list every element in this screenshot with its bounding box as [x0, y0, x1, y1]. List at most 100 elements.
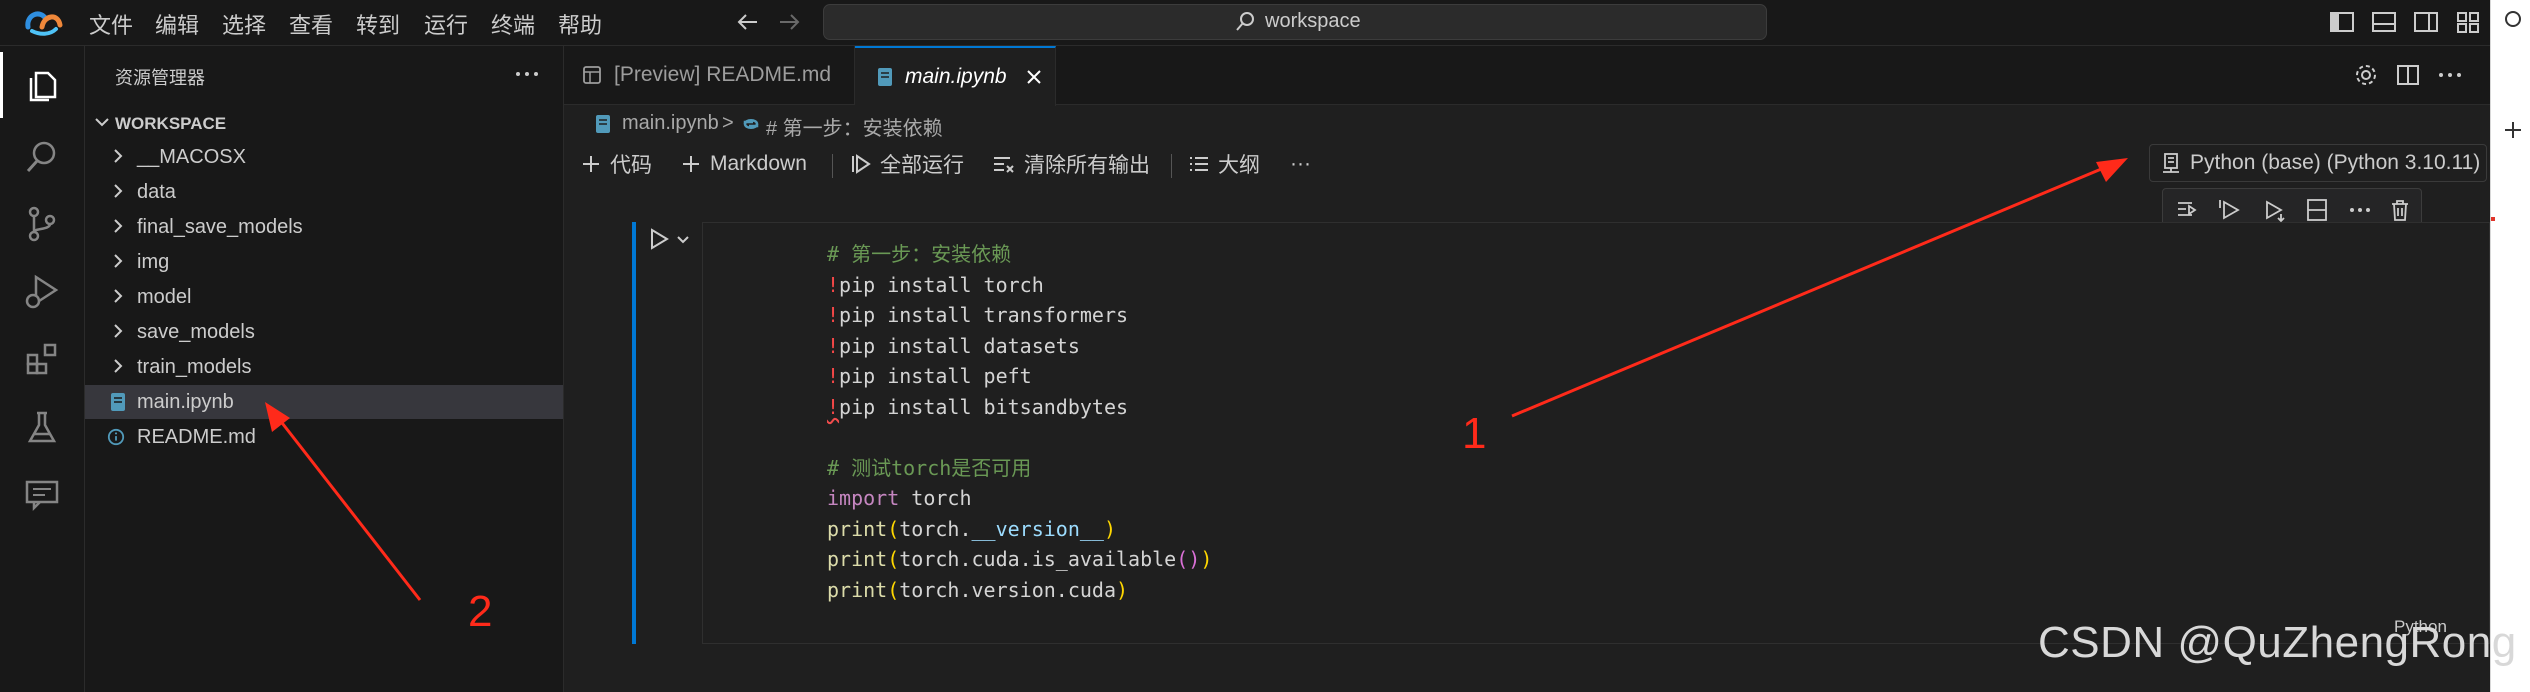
tree-folder-train-models[interactable]: train_models: [85, 350, 563, 384]
tree-file-main-ipynb[interactable]: main.ipynb: [85, 385, 563, 419]
plus-icon: [583, 156, 599, 172]
customize-layout-icon[interactable]: [2453, 7, 2483, 37]
preview-icon: [583, 66, 601, 84]
tab-readme-preview[interactable]: [Preview] README.md: [564, 46, 855, 104]
explorer-icon[interactable]: [0, 52, 87, 118]
code-cell[interactable]: # 第一步：安装依赖 !pip install torch !pip insta…: [632, 222, 2490, 644]
tree-folder-data[interactable]: data: [85, 175, 563, 209]
code-function: print: [827, 547, 888, 571]
menu-run[interactable]: 运行: [424, 8, 468, 40]
code-line: torch.: [899, 516, 972, 541]
code-bang: !: [827, 303, 840, 327]
editor-area: [Preview] README.md main.ipynb main.ipyn…: [564, 46, 2490, 692]
source-control-icon[interactable]: [0, 191, 84, 257]
more-actions-icon[interactable]: [512, 62, 542, 86]
gear-icon[interactable]: [2353, 62, 2379, 88]
tab-bar: [Preview] README.md main.ipynb: [564, 46, 2490, 106]
chevron-right-icon: [114, 219, 123, 233]
title-bar: 文件 编辑 选择 查看 转到 运行 终端 帮助 workspace: [0, 0, 2490, 46]
clear-outputs-button[interactable]: 清除所有输出: [992, 148, 1150, 180]
tree-folder-label: final_save_models: [137, 216, 303, 238]
app-logo-icon: [22, 5, 64, 39]
tree-folder-save-models[interactable]: save_models: [85, 315, 563, 349]
tab-main-ipynb[interactable]: main.ipynb: [855, 46, 1056, 106]
clear-all-icon: [994, 157, 1014, 173]
run-all-button[interactable]: 全部运行: [850, 148, 964, 180]
add-markdown-button[interactable]: Markdown: [680, 148, 807, 180]
tree-folder-label: __MACOSX: [137, 146, 246, 168]
search-icon[interactable]: [0, 124, 84, 190]
tree-folder-final-save-models[interactable]: final_save_models: [85, 210, 563, 244]
toolbar-more-button[interactable]: ···: [1290, 148, 1311, 180]
close-icon[interactable]: [1025, 68, 1043, 86]
remote-chat-icon[interactable]: [0, 461, 84, 527]
partial-search-icon: [2499, 8, 2523, 32]
run-debug-icon[interactable]: [0, 258, 84, 324]
kernel-icon: [2163, 153, 2179, 173]
execute-above-icon[interactable]: [2175, 197, 2201, 223]
code-attr: __version__: [971, 516, 1104, 541]
search-icon: [1233, 10, 1257, 34]
workspace-root[interactable]: WORKSPACE: [85, 106, 563, 140]
chevron-right-icon: [114, 184, 123, 198]
code-bang: !: [827, 364, 840, 388]
chevron-right-icon: [114, 149, 123, 163]
trash-icon[interactable]: [2387, 197, 2413, 223]
menu-view[interactable]: 查看: [289, 8, 333, 40]
menu-file[interactable]: 文件: [89, 8, 133, 40]
code-function: print: [827, 516, 888, 541]
testing-icon[interactable]: [0, 394, 84, 460]
add-code-button[interactable]: 代码: [580, 148, 652, 180]
tree-folder-img[interactable]: img: [85, 245, 563, 279]
code-line: pip install peft: [839, 364, 1032, 388]
code-paren: ): [1103, 516, 1117, 541]
breadcrumb-section[interactable]: # 第一步：安装依赖: [766, 112, 943, 141]
forward-arrow-icon[interactable]: [774, 7, 804, 37]
partial-plus-icon: [2501, 118, 2525, 142]
notebook-file-icon: [596, 115, 610, 133]
extensions-icon[interactable]: [0, 326, 84, 392]
run-cell-icon[interactable]: [646, 226, 672, 252]
add-code-label: 代码: [610, 154, 652, 177]
tree-file-readme[interactable]: README.md: [85, 420, 563, 454]
code-line: torch.cuda.is_available: [899, 547, 1177, 571]
chevron-down-icon[interactable]: [674, 230, 692, 248]
toggle-panel-icon[interactable]: [2369, 7, 2399, 37]
tree-folder-model[interactable]: model: [85, 280, 563, 314]
kernel-picker-button[interactable]: Python (base) (Python 3.10.11): [2149, 144, 2487, 182]
toggle-primary-sidebar-icon[interactable]: [2327, 7, 2357, 37]
search-text: workspace: [1265, 10, 1361, 32]
breadcrumb-separator: >: [722, 112, 734, 134]
menu-go[interactable]: 转到: [356, 8, 400, 40]
code-line: pip install datasets: [839, 333, 1080, 358]
menu-edit[interactable]: 编辑: [155, 8, 199, 40]
add-markdown-label: Markdown: [710, 152, 807, 175]
tree-folder-macosx[interactable]: __MACOSX: [85, 140, 563, 174]
code-comment: # 第一步：安装依赖: [827, 242, 1012, 266]
split-cell-icon[interactable]: [2304, 197, 2330, 223]
more-actions-icon[interactable]: [2435, 62, 2465, 88]
more-actions-icon[interactable]: [2347, 197, 2373, 223]
toolbar-divider: [832, 154, 833, 178]
code-line: pip install transformers: [839, 303, 1129, 327]
menu-selection[interactable]: 选择: [222, 8, 266, 40]
split-editor-icon[interactable]: [2395, 62, 2421, 88]
tab-label: main.ipynb: [905, 65, 1007, 88]
tree-file-label: README.md: [137, 426, 256, 448]
watermark: CSDN @QuZhengRong: [2038, 618, 2517, 667]
run-below-icon[interactable]: [2261, 197, 2287, 223]
menu-help[interactable]: 帮助: [558, 8, 602, 40]
run-above-icon[interactable]: [2218, 197, 2244, 223]
toggle-secondary-sidebar-icon[interactable]: [2411, 7, 2441, 37]
cell-editor[interactable]: # 第一步：安装依赖 !pip install torch !pip insta…: [702, 222, 2490, 644]
menu-terminal[interactable]: 终端: [491, 8, 535, 40]
breadcrumb-file[interactable]: main.ipynb: [622, 112, 719, 135]
code-function: print: [827, 577, 888, 602]
code-bang: !: [827, 394, 840, 419]
outline-button[interactable]: 大纲: [1188, 148, 1260, 180]
tree-file-label: main.ipynb: [137, 391, 234, 413]
code-line: pip install bitsandbytes: [839, 394, 1129, 419]
code-content[interactable]: # 第一步：安装依赖 !pip install torch !pip insta…: [827, 239, 1212, 605]
back-arrow-icon[interactable]: [733, 7, 763, 37]
notebook-file-icon: [878, 68, 892, 86]
